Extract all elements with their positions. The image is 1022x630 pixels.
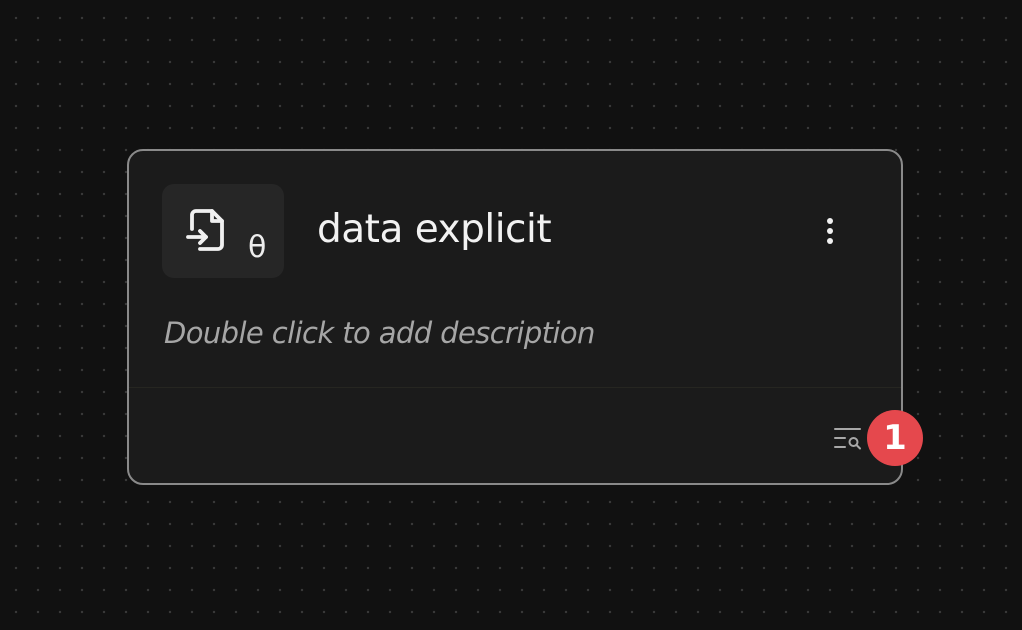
node-title[interactable]: data explicit (317, 203, 552, 257)
node-card[interactable]: θ data explicit Double click to add desc… (127, 149, 903, 485)
file-input-icon (186, 209, 224, 251)
node-type-glyph: θ (248, 230, 267, 265)
inspect-output-button[interactable] (832, 425, 864, 453)
node-description[interactable]: Double click to add description (164, 313, 595, 353)
vertical-ellipsis-icon (827, 218, 833, 244)
list-search-icon (834, 428, 861, 450)
node-divider (129, 387, 901, 388)
node-menu-button[interactable] (813, 213, 847, 249)
output-count-badge: 1 (867, 410, 923, 466)
node-icon-box: θ (162, 184, 284, 278)
